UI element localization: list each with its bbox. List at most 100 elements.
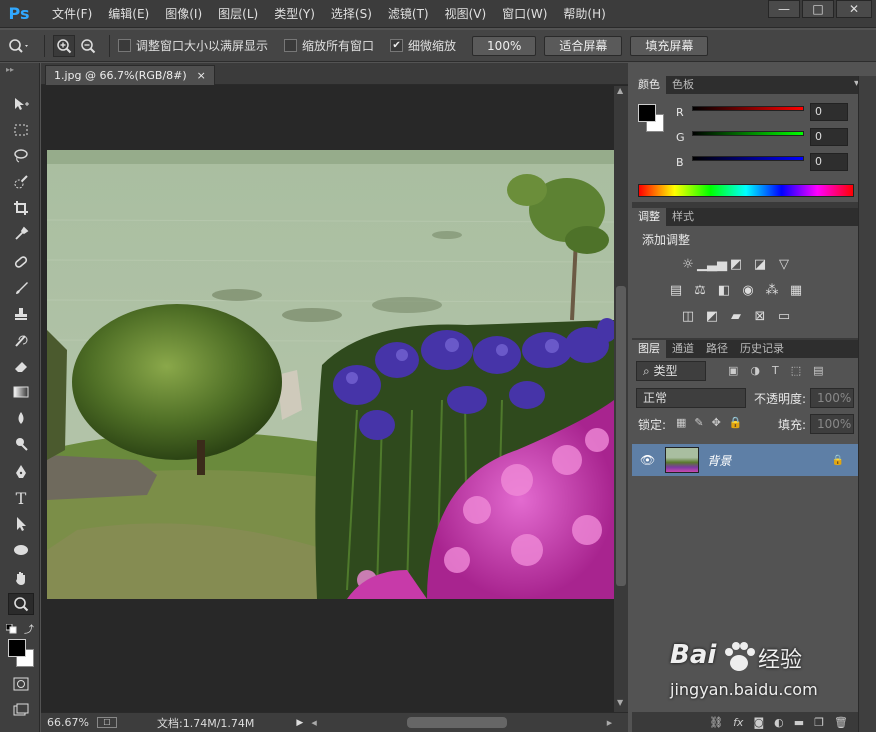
zoom-level[interactable]: 66.67% (47, 716, 93, 729)
history-brush-tool-icon[interactable] (8, 329, 34, 351)
invert-icon[interactable]: ◫ (680, 308, 696, 324)
curves-icon[interactable]: ◩ (728, 256, 744, 272)
eraser-tool-icon[interactable] (8, 355, 34, 377)
zoom-in-button[interactable] (53, 34, 75, 57)
menu-item-3[interactable]: 图层(L) (210, 0, 266, 28)
menu-item-6[interactable]: 滤镜(T) (380, 0, 437, 28)
close-button[interactable]: ✕ (836, 0, 872, 18)
zoom-tool-icon[interactable] (8, 593, 34, 615)
vibrance-icon[interactable]: ▽ (776, 256, 792, 272)
color-balance-icon[interactable]: ⚖ (692, 282, 708, 298)
menu-item-4[interactable]: 类型(Y) (266, 0, 323, 28)
adjust-filter-icon[interactable]: ◑ (750, 364, 760, 377)
lasso-tool-icon[interactable] (8, 145, 34, 167)
canvas-image[interactable] (47, 150, 614, 599)
layer-filter-dropdown[interactable]: ⌕ 类型 (636, 361, 706, 381)
menu-item-9[interactable]: 帮助(H) (555, 0, 613, 28)
pixel-filter-icon[interactable]: ▣ (728, 364, 738, 377)
tab-adjustments[interactable]: 调整 (632, 208, 666, 226)
menu-item-1[interactable]: 编辑(E) (100, 0, 157, 28)
pen-tool-icon[interactable] (8, 461, 34, 483)
hue-saturation-icon[interactable]: ▤ (668, 282, 684, 298)
marquee-tool-icon[interactable] (8, 119, 34, 141)
path-selection-tool-icon[interactable] (8, 513, 34, 535)
menu-item-5[interactable]: 选择(S) (323, 0, 380, 28)
checkbox-box[interactable] (284, 39, 298, 52)
gradient-tool-icon[interactable] (8, 381, 34, 403)
lock-all-icon[interactable]: 🔒 (729, 416, 743, 429)
color-lookup-icon[interactable]: ▦ (788, 282, 804, 298)
zoom-tool-icon[interactable] (8, 38, 30, 54)
zoom-out-button[interactable] (77, 35, 99, 57)
menu-item-2[interactable]: 图像(I) (157, 0, 210, 28)
dodge-tool-icon[interactable] (8, 433, 34, 455)
tab-history[interactable]: 历史记录 (734, 340, 790, 358)
minimize-button[interactable]: — (768, 0, 800, 18)
g-value-input[interactable]: 0 (810, 128, 848, 146)
color-spectrum[interactable] (638, 184, 854, 197)
quick-mask-icon[interactable] (8, 673, 34, 695)
brush-tool-icon[interactable] (8, 277, 34, 299)
type-filter-icon[interactable]: T (772, 364, 779, 377)
crop-tool-icon[interactable] (8, 197, 34, 219)
type-tool-icon[interactable]: T (8, 487, 34, 509)
blur-tool-icon[interactable] (8, 407, 34, 429)
vertical-scrollbar[interactable]: ▲ ▼ (614, 86, 628, 712)
hand-tool-icon[interactable] (8, 567, 34, 589)
fill-screen-button[interactable]: 填充屏幕 (630, 35, 709, 56)
exposure-icon[interactable]: ◪ (752, 256, 768, 272)
lock-position-icon[interactable]: ✥ (712, 416, 721, 429)
hscroll-left-icon[interactable]: ◀ (311, 719, 316, 727)
document-tab[interactable]: 1.jpg @ 66.7%(RGB/8#) × (45, 65, 215, 85)
tab-swatches[interactable]: 色板 (666, 76, 700, 94)
fit-screen-button[interactable]: 适合屏幕 (544, 35, 623, 56)
scrubby-zoom-checkbox[interactable]: ✔ 细微缩放 (390, 37, 456, 54)
tab-paths[interactable]: 路径 (700, 340, 734, 358)
lock-transparent-icon[interactable]: ▦ (676, 416, 686, 429)
collapse-icon[interactable]: ▸▸ (6, 65, 14, 74)
smart-filter-icon[interactable]: ▤ (813, 364, 823, 377)
red-slider[interactable] (692, 106, 804, 111)
maximize-button[interactable]: □ (802, 0, 834, 18)
horizontal-scroll-thumb[interactable] (406, 717, 507, 728)
fg-color-box[interactable] (638, 104, 656, 122)
actual-pixels-button[interactable]: 100% (472, 35, 537, 56)
selective-color-icon[interactable]: ⊠ (752, 308, 768, 324)
hscroll-right-icon[interactable]: ▶ (607, 719, 612, 727)
layer-name[interactable]: 背景 (707, 452, 731, 469)
blue-slider[interactable] (692, 156, 804, 161)
menu-item-0[interactable]: 文件(F) (44, 0, 100, 28)
posterize-icon[interactable]: ◩ (704, 308, 720, 324)
swap-colors-icon[interactable]: ⤴ (24, 621, 34, 636)
b-value-input[interactable]: 0 (810, 153, 848, 171)
scroll-up-arrow-icon[interactable]: ▲ (617, 86, 623, 95)
fill-input[interactable]: 100% (810, 414, 854, 434)
shape-filter-icon[interactable]: ⬚ (791, 364, 801, 377)
black-white-icon[interactable]: ◧ (716, 282, 732, 298)
brightness-icon[interactable]: ☼ (680, 256, 696, 272)
ellipse-tool-icon[interactable] (8, 539, 34, 561)
scroll-thumb[interactable] (616, 286, 626, 586)
tab-channels[interactable]: 通道 (666, 340, 700, 358)
checkbox-box[interactable] (118, 39, 131, 52)
status-menu-arrow-icon[interactable]: ▶ (296, 718, 303, 728)
channel-mixer-icon[interactable]: ⁂ (764, 282, 780, 298)
menu-item-8[interactable]: 窗口(W) (494, 0, 555, 28)
opacity-input[interactable]: 100% (810, 388, 854, 408)
levels-icon[interactable]: ▁▃▅ (697, 256, 727, 272)
photo-filter-icon[interactable]: ◉ (740, 282, 756, 298)
tab-color[interactable]: 颜色 (632, 76, 666, 94)
tab-layers[interactable]: 图层 (632, 340, 666, 358)
move-tool-icon[interactable] (8, 93, 34, 115)
default-colors-icon[interactable] (5, 623, 18, 637)
close-tab-icon[interactable]: × (197, 69, 206, 82)
gradient-map-icon[interactable]: ▭ (776, 308, 792, 324)
eyedropper-tool-icon[interactable] (8, 223, 34, 245)
resize-windows-checkbox[interactable]: 调整窗口大小以满屏显示 (118, 37, 268, 54)
zoom-all-windows-checkbox[interactable]: 缩放所有窗口 (284, 37, 374, 54)
export-icon[interactable]: ☐ (97, 717, 117, 728)
foreground-color-swatch-top[interactable] (8, 639, 26, 657)
tab-styles[interactable]: 样式 (666, 208, 700, 226)
menu-item-7[interactable]: 视图(V) (437, 0, 495, 28)
r-value-input[interactable]: 0 (810, 103, 848, 121)
